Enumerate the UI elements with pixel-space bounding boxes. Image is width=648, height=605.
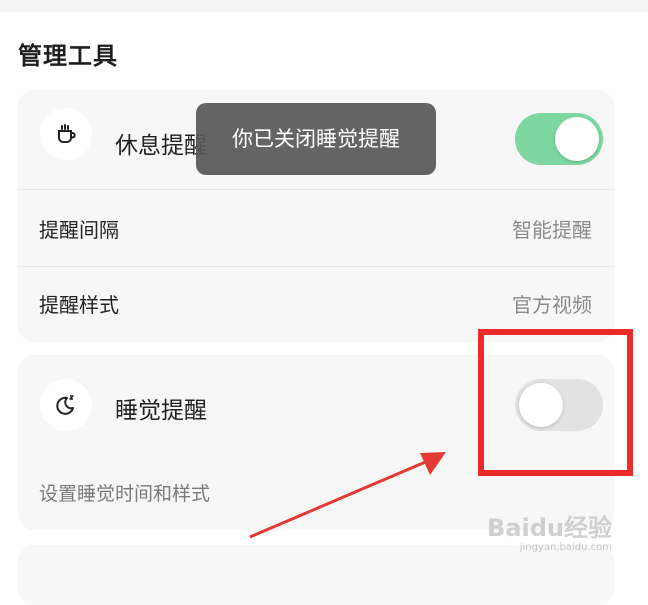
watermark-url: jingyan.baidu.com xyxy=(519,542,612,553)
watermark-logo: Baidu经验 xyxy=(487,514,612,542)
annotation-arrow xyxy=(249,452,446,539)
